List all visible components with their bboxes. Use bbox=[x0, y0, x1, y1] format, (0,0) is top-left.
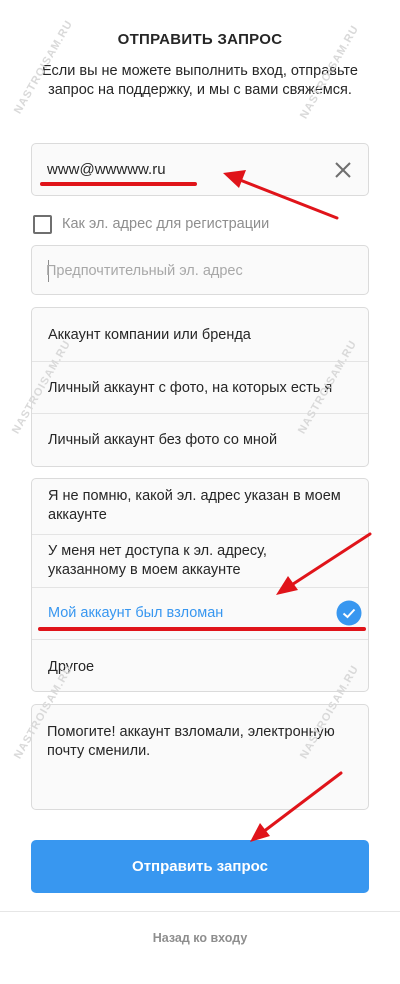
email-field-value: www@wwwww.ru bbox=[47, 161, 166, 178]
footer-divider bbox=[0, 911, 400, 912]
checkmark-icon bbox=[336, 600, 362, 626]
email-field[interactable]: www@wwwww.ru bbox=[31, 143, 369, 196]
registration-email-checkbox-row[interactable]: Как эл. адрес для регистрации bbox=[33, 214, 373, 236]
close-icon[interactable] bbox=[332, 159, 354, 181]
back-to-login-link[interactable]: Назад ко входу bbox=[0, 931, 400, 945]
issue-reason-list: Я не помню, какой эл. адрес указан в мое… bbox=[31, 478, 369, 692]
account-type-list: Аккаунт компании или бренда Личный аккау… bbox=[31, 307, 369, 467]
registration-email-checkbox[interactable] bbox=[33, 215, 52, 234]
preferred-email-input[interactable] bbox=[46, 259, 346, 283]
submit-request-button[interactable]: Отправить запрос bbox=[31, 840, 369, 893]
account-type-option-label: Аккаунт компании или бренда bbox=[48, 327, 251, 343]
registration-email-checkbox-label: Как эл. адрес для регистрации bbox=[62, 216, 270, 232]
account-type-option-label: Личный аккаунт без фото со мной bbox=[48, 432, 278, 448]
issue-option[interactable]: У меня нет доступа к эл. адресу, указанн… bbox=[32, 535, 368, 588]
issue-option-selected[interactable]: Мой аккаунт был взломан bbox=[32, 588, 368, 640]
issue-option-label: У меня нет доступа к эл. адресу, указанн… bbox=[48, 543, 267, 578]
preferred-email-field[interactable] bbox=[31, 245, 369, 295]
account-type-option[interactable]: Аккаунт компании или бренда bbox=[32, 308, 368, 362]
issue-option[interactable]: Другое bbox=[32, 640, 368, 691]
issue-option-label: Мой аккаунт был взломан bbox=[48, 605, 224, 621]
issue-option-label: Я не помню, какой эл. адрес указан в мое… bbox=[48, 488, 341, 523]
issue-option[interactable]: Я не помню, какой эл. адрес указан в мое… bbox=[32, 479, 368, 535]
account-type-option[interactable]: Личный аккаунт без фото со мной bbox=[32, 414, 368, 466]
annotation-underline-hacked bbox=[38, 627, 366, 631]
annotation-underline-email bbox=[40, 182, 197, 186]
